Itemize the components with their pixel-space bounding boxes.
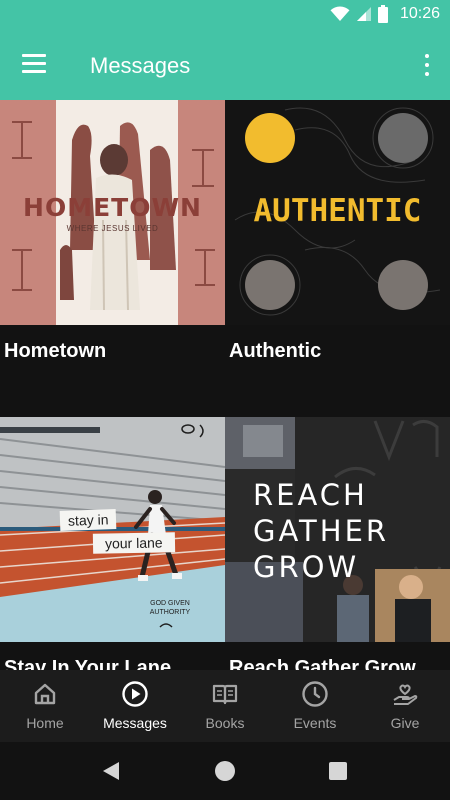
series-art-reach-gather-grow[interactable]: REACH GATHER GROW (225, 417, 450, 642)
home-button[interactable] (215, 761, 235, 781)
battery-icon (377, 5, 388, 23)
heart-hand-icon (393, 684, 418, 705)
art-line-gather: GATHER (253, 514, 390, 548)
art-line-grow: GROW (253, 550, 360, 584)
clock-icon (302, 681, 328, 707)
signal-icon (356, 7, 371, 21)
series-title: Reach Gather Grow (229, 657, 416, 670)
back-icon[interactable] (101, 761, 121, 781)
series-art-stay-in-your-lane[interactable]: stay in your lane GOD GIVEN AUTHORITY (0, 417, 225, 642)
series-title: Hometown (4, 340, 107, 362)
series-grid: HOMETOWN WHERE JESUS LIVED Hometown AUTH… (0, 100, 450, 670)
art-label-stay-in: stay in (59, 509, 117, 531)
menu-icon[interactable] (22, 54, 48, 76)
status-bar: 10:26 (0, 0, 450, 32)
book-icon (212, 684, 238, 705)
nav-label: Events (293, 715, 337, 731)
nav-label: Messages (103, 715, 167, 731)
wifi-icon (330, 6, 350, 22)
home-icon (34, 683, 56, 705)
series-title: Authentic (229, 340, 322, 362)
bottom-nav: Home Messages Books Events Give (0, 670, 450, 742)
system-nav-bar (0, 742, 450, 800)
nav-item-books[interactable]: Books (180, 670, 270, 742)
art-subheading-hometown: WHERE JESUS LIVED (66, 224, 159, 233)
play-circle-icon (122, 681, 148, 707)
nav-item-messages[interactable]: Messages (90, 670, 180, 742)
nav-item-home[interactable]: Home (0, 670, 90, 742)
nav-label: Give (390, 715, 420, 731)
app-bar: Messages (0, 32, 450, 100)
page-title: Messages (90, 53, 191, 78)
art-heading-authentic: AUTHENTIC (253, 193, 422, 229)
status-time: 10:26 (399, 5, 440, 22)
nav-label: Home (26, 715, 64, 731)
art-heading-hometown: HOMETOWN (23, 193, 202, 222)
nav-item-give[interactable]: Give (360, 670, 450, 742)
recents-button[interactable] (329, 762, 347, 780)
series-art-hometown[interactable]: HOMETOWN WHERE JESUS LIVED (0, 100, 225, 325)
nav-label: Books (205, 715, 245, 731)
series-title: Stay In Your Lane (4, 657, 172, 670)
art-label-your-lane: your lane (92, 532, 175, 554)
more-vert-icon[interactable] (422, 52, 432, 78)
nav-item-events[interactable]: Events (270, 670, 360, 742)
status-icons: 10:26 (330, 5, 440, 23)
art-scribble: GOD GIVEN AUTHORITY (149, 600, 191, 616)
series-art-authentic[interactable]: AUTHENTIC (225, 100, 450, 325)
art-line-reach: REACH (253, 478, 368, 512)
